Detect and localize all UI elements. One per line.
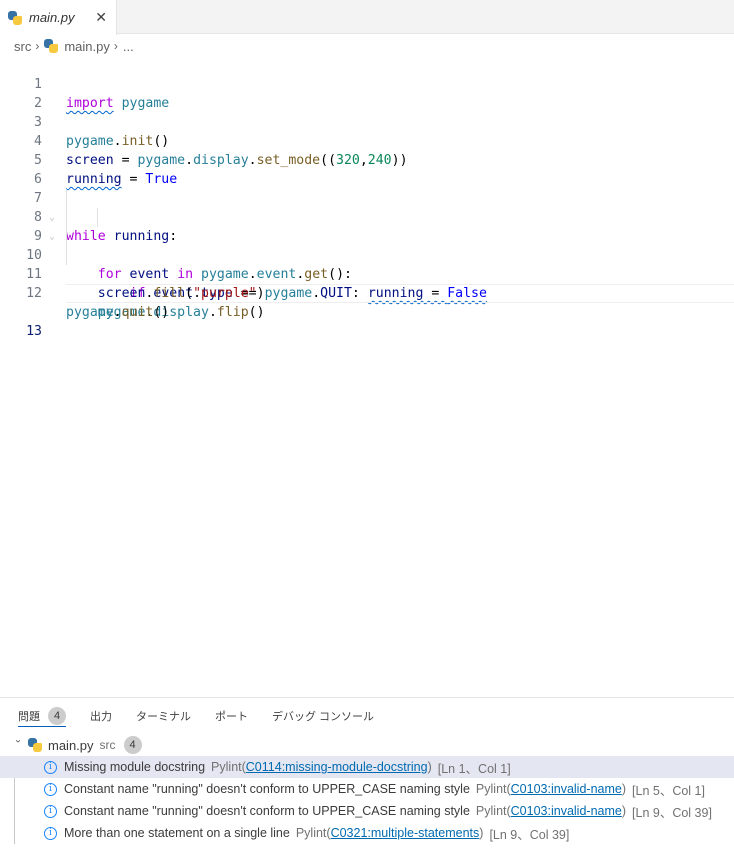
problem-source: Pylint(C0114:missing-module-docstring) [211,760,432,774]
tab-ports[interactable]: ポート [215,698,248,734]
tab-label: 問題 [18,711,40,723]
code-line[interactable]: 12 pygame.quit() [0,265,734,320]
indent-guide [66,208,67,227]
chevron-right-icon: › [35,39,40,53]
info-icon: i [44,760,57,774]
tab-debug-console[interactable]: デバッグ コンソール [272,698,374,734]
problem-message: Missing module docstring [64,760,206,774]
code-line[interactable]: 2 [0,75,734,111]
current-line-highlight [66,284,734,303]
problems-file-name: main.py [48,737,94,753]
breadcrumb: src › main.py › ... [14,37,134,55]
code-line[interactable]: 5 running = True [0,132,734,187]
code-line[interactable]: 10 screen.fill("purple") [0,227,734,301]
problems-list: i Missing module docstring Pylint(C0114:… [0,756,734,844]
info-icon: i [44,826,57,840]
code-line[interactable]: 7 ⌄ while running: [0,170,734,244]
tab-output[interactable]: 出力 [90,698,112,734]
tab-label: ターミナル [136,711,191,723]
code-editor[interactable]: 1 import pygame 2 3 pygame.init() 4 scre… [0,56,734,339]
problem-item[interactable]: i Constant name "running" doesn't confor… [0,800,734,822]
python-file-icon [28,738,42,752]
problem-count-badge: 4 [48,707,66,725]
problem-item[interactable]: i More than one statement on a single li… [0,822,734,844]
tab-label: デバッグ コンソール [272,711,375,723]
problem-code-link[interactable]: C0321:multiple-statements [331,826,480,840]
code-line[interactable]: 9 if event.type == pygame.QUIT: running … [0,208,734,301]
indent-guide [97,208,98,227]
tab-label: main.py [29,10,75,25]
problems-file-dir: src [99,738,116,752]
line-number: 13 [26,324,42,339]
problem-source: Pylint(C0103:invalid-name) [475,782,627,796]
info-icon: i [44,804,57,818]
problem-code-link[interactable]: C0114:missing-module-docstring [246,760,428,774]
python-file-icon [8,10,22,25]
chevron-down-icon[interactable]: › [13,739,24,751]
breadcrumb-file[interactable]: main.py [64,39,110,54]
problems-panel: 問題 4 出力 ターミナル ポート デバッグ コンソール › main.py s… [0,697,734,855]
problem-source: Pylint(C0321:multiple-statements) [295,826,484,840]
problem-code-link[interactable]: C0103:invalid-name [511,782,622,796]
problem-location: [Ln 1、Col 1] [437,761,511,776]
file-problem-count-badge: 4 [123,736,142,754]
code-line[interactable]: 3 pygame.init() [0,94,734,149]
problem-message: More than one statement on a single line [64,826,290,840]
code-line[interactable]: 6 [0,151,734,187]
breadcrumb-symbols[interactable]: ... [123,39,134,54]
breadcrumb-folder[interactable]: src [14,39,31,54]
close-icon[interactable]: ✕ [95,9,107,25]
indent-guide [66,227,67,246]
problem-message: Constant name "running" doesn't conform … [64,804,470,818]
tab-problems[interactable]: 問題 4 [18,698,66,734]
problem-location: [Ln 9、Col 39] [632,805,712,820]
problem-location: [Ln 9、Col 39] [489,827,570,842]
indent-guide [66,189,67,208]
panel-tab-bar: 問題 4 出力 ターミナル ポート デバッグ コンソール [0,698,734,734]
problem-message: Constant name "running" doesn't conform … [64,782,470,796]
indent-guide [66,246,67,265]
problem-item[interactable]: i Constant name "running" doesn't confor… [0,778,734,800]
tab-main-py[interactable]: main.py ✕ [0,0,117,35]
code-line[interactable]: 11 pygame.display.flip() [0,246,734,320]
tab-label: 出力 [90,711,112,723]
problem-source: Pylint(C0103:invalid-name) [475,804,627,818]
info-icon: i [44,782,57,796]
python-file-icon [44,39,59,53]
code-line[interactable]: 1 import pygame [0,56,734,111]
problem-code-link[interactable]: C0103:invalid-name [511,804,622,818]
code-line[interactable]: 4 screen = pygame.display.set_mode((320,… [0,113,734,168]
problem-item[interactable]: i Missing module docstring Pylint(C0114:… [0,756,734,778]
code-line-current[interactable]: 13 [0,284,734,339]
chevron-right-icon: › [113,39,118,53]
tab-terminal[interactable]: ターミナル [136,698,191,734]
problem-location: [Ln 5、Col 1] [632,783,705,798]
editor-tab-bar: main.py ✕ [0,0,734,35]
tab-label: ポート [215,711,248,723]
code-line[interactable]: 8 ⌄ for event in pygame.event.get(): [0,189,734,282]
code-text: pygame.quit() [66,305,170,320]
problems-file-group[interactable]: › main.py src 4 [0,734,734,756]
